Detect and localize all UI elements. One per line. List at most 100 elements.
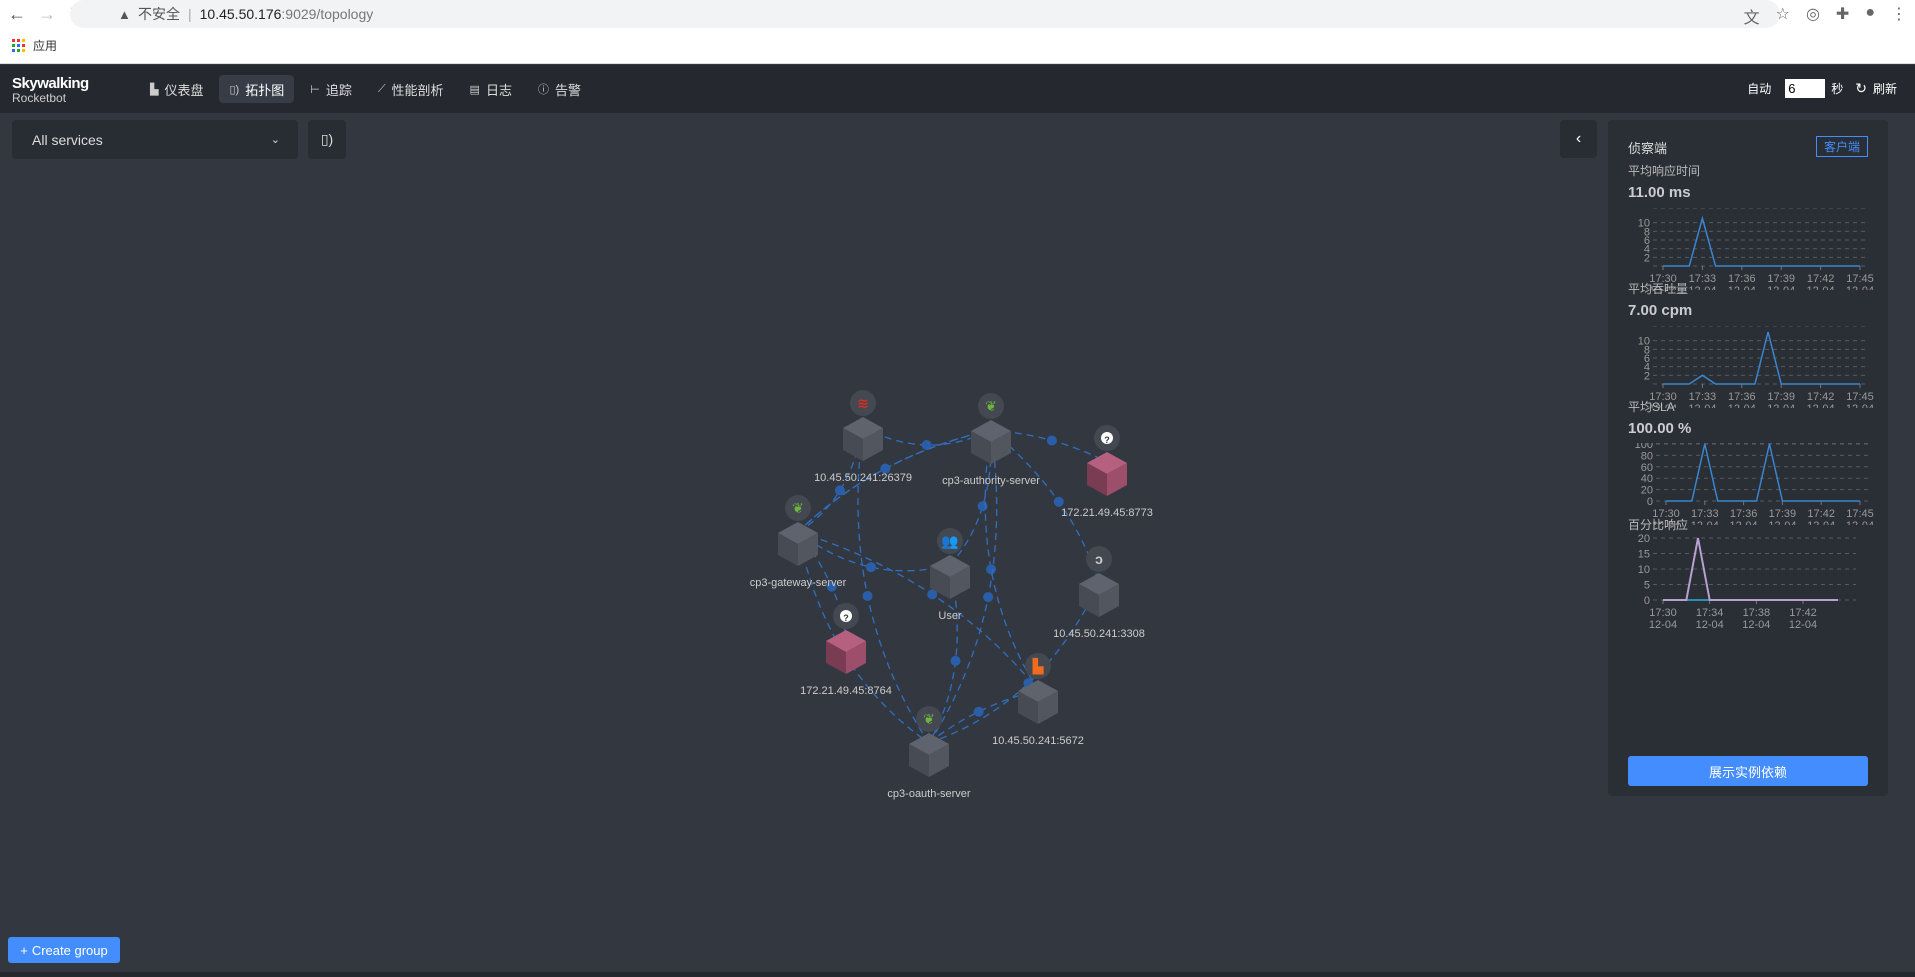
metric-chart: 0510152017:3012-0417:3412-0417:3812-0417… [1638, 533, 1856, 630]
y-tick-label: 5 [1644, 580, 1650, 592]
address-bar[interactable]: ▲ 不安全 | 10.45.50.176:9029/topology [70, 0, 1780, 28]
refresh-button[interactable]: 刷新 [1873, 80, 1897, 97]
auto-refresh-label[interactable]: 自动 [1747, 80, 1771, 97]
node-auth[interactable]: ❦ cp3-authority-server [942, 393, 1040, 487]
topology-icon: ▯) [229, 83, 240, 96]
translate-icon[interactable]: 文 [1744, 4, 1760, 28]
x-tick-label: 17:36 [1730, 508, 1758, 520]
metric-label: 平均吞吐量 [1628, 282, 1689, 296]
edge-dot[interactable] [866, 562, 877, 573]
x-tick-label: 17:42 [1789, 607, 1817, 619]
x-tick-date: 12-04 [1807, 285, 1835, 290]
create-group-button[interactable]: + Create group [8, 937, 120, 963]
metric-value: 7.00 cpm [1628, 302, 1693, 319]
unknown-icon: ? [1104, 435, 1110, 445]
edge-dot[interactable] [983, 592, 994, 603]
forward-arrow-icon[interactable]: → [34, 4, 60, 25]
edge-dot[interactable] [986, 564, 997, 575]
node-label: cp3-oauth-server [887, 788, 970, 800]
node-gw[interactable]: ❦ cp3-gateway-server [750, 495, 847, 589]
series-line [1663, 215, 1860, 267]
edge-dot[interactable] [1053, 496, 1064, 507]
node-label: cp3-gateway-server [750, 577, 847, 589]
users-icon: 👥 [941, 533, 958, 550]
panel-title: 侦察端 [1628, 141, 1668, 156]
x-tick-label: 17:45 [1846, 273, 1874, 285]
metric-value: 100.00 % [1628, 420, 1692, 437]
x-tick-label: 17:39 [1767, 391, 1795, 403]
node-u8773[interactable]: ? 172.21.49.45:8773 [1061, 425, 1153, 519]
profile-icon: ⟋ [377, 82, 386, 95]
star-icon[interactable]: ☆ [1776, 4, 1790, 28]
x-tick-date: 12-04 [1691, 520, 1719, 525]
edge-dot[interactable] [862, 590, 873, 601]
nav-item-0[interactable]: ▙ 仪表盘 [140, 75, 213, 103]
x-tick-label: 17:42 [1807, 391, 1835, 403]
edge-line[interactable] [984, 429, 1039, 691]
nav-label: 性能剖析 [391, 82, 444, 98]
alarm-icon: ⓘ [537, 84, 549, 96]
node-label: 10.45.50.241:26379 [814, 472, 912, 484]
edge-dot[interactable] [973, 706, 984, 717]
nav-label: 告警 [554, 82, 581, 98]
unknown-icon: ? [843, 613, 849, 623]
node-redis[interactable]: ≋ 10.45.50.241:26379 [814, 390, 912, 484]
back-arrow-icon[interactable]: ← [4, 4, 30, 25]
x-tick-label: 17:36 [1728, 391, 1756, 403]
nav-label: 追踪 [325, 82, 352, 98]
node-mysql[interactable]: ↄ 10.45.50.241:3308 [1053, 546, 1145, 640]
apps-grid-icon [12, 38, 25, 52]
edge-dot[interactable] [977, 501, 988, 512]
y-tick-label: 10 [1638, 564, 1650, 576]
x-tick-label: 17:36 [1728, 273, 1756, 285]
show-instance-dependency-button[interactable]: 展示实例依赖 [1628, 756, 1868, 786]
create-group-label: Create group [31, 942, 108, 958]
node-u8764[interactable]: ? 172.21.49.45:8764 [800, 603, 892, 697]
y-tick-label: 100 [1635, 443, 1653, 451]
bookmark-label: 应用 [33, 38, 58, 53]
bookmark-apps[interactable]: 应用 [12, 30, 57, 60]
x-tick-label: 17:33 [1691, 508, 1719, 520]
metric-chart: 02040608010017:3012-0417:3312-0417:3612-… [1635, 443, 1874, 525]
y-tick-label: 60 [1641, 462, 1653, 474]
y-tick-label: 10 [1638, 218, 1650, 230]
x-tick-date: 12-04 [1807, 403, 1835, 408]
nav-item-2[interactable]: ⊢ 追踪 [300, 75, 362, 103]
interval-input[interactable] [1785, 79, 1826, 98]
x-tick-label: 17:39 [1767, 273, 1795, 285]
node-user[interactable]: 👥 User [930, 528, 970, 622]
url-path: :9029/topology [281, 6, 374, 22]
x-tick-date: 12-04 [1730, 520, 1758, 525]
y-tick-label: 0 [1647, 496, 1653, 508]
x-tick-date: 12-04 [1728, 285, 1756, 290]
nav-item-3[interactable]: ⟋ 性能剖析 [368, 75, 454, 103]
y-tick-label: 80 [1641, 450, 1653, 462]
metrics-panel: 侦察端 客户端 平均响应时间 11.00 ms 24681017:3012-0417… [1608, 120, 1888, 796]
x-tick-date: 12-04 [1696, 619, 1724, 630]
metric-value: 11.00 ms [1628, 184, 1691, 201]
plus-icon: + [20, 942, 28, 958]
edge-dot[interactable] [950, 655, 961, 666]
x-tick-date: 12-04 [1728, 403, 1756, 408]
extension-circle-icon[interactable]: ◎ [1806, 4, 1820, 28]
nav-item-4[interactable]: ▤ 日志 [460, 75, 522, 103]
topology-graph[interactable]: ≋ 10.45.50.241:26379 ❦ cp3-authority-server… [0, 113, 1550, 943]
edge-dot[interactable] [1046, 435, 1057, 446]
puzzle-icon[interactable]: ✚ [1836, 4, 1849, 28]
y-tick-label: 0 [1644, 595, 1650, 607]
nav-item-5[interactable]: ⓘ 告警 [528, 75, 591, 103]
collapse-panel-button[interactable]: ‹ [1560, 120, 1597, 158]
spring-leaf-icon: ❦ [985, 398, 997, 414]
x-tick-label: 17:45 [1846, 391, 1874, 403]
account-icon[interactable]: ● [1865, 4, 1875, 28]
nav-item-1[interactable]: ▯) 拓扑图 [219, 75, 295, 103]
client-button[interactable]: 客户端 [1815, 136, 1868, 157]
chart-icon: ▙ [150, 83, 159, 96]
divider: | [188, 6, 192, 22]
refresh-icon[interactable]: ↻ [1855, 80, 1867, 97]
menu-icon[interactable]: ⋮ [1891, 4, 1907, 28]
redis-icon: ≋ [857, 395, 869, 411]
x-tick-label: 17:33 [1689, 273, 1717, 285]
spring-leaf-icon: ❦ [792, 500, 804, 516]
node-label: 10.45.50.241:5672 [992, 735, 1084, 747]
